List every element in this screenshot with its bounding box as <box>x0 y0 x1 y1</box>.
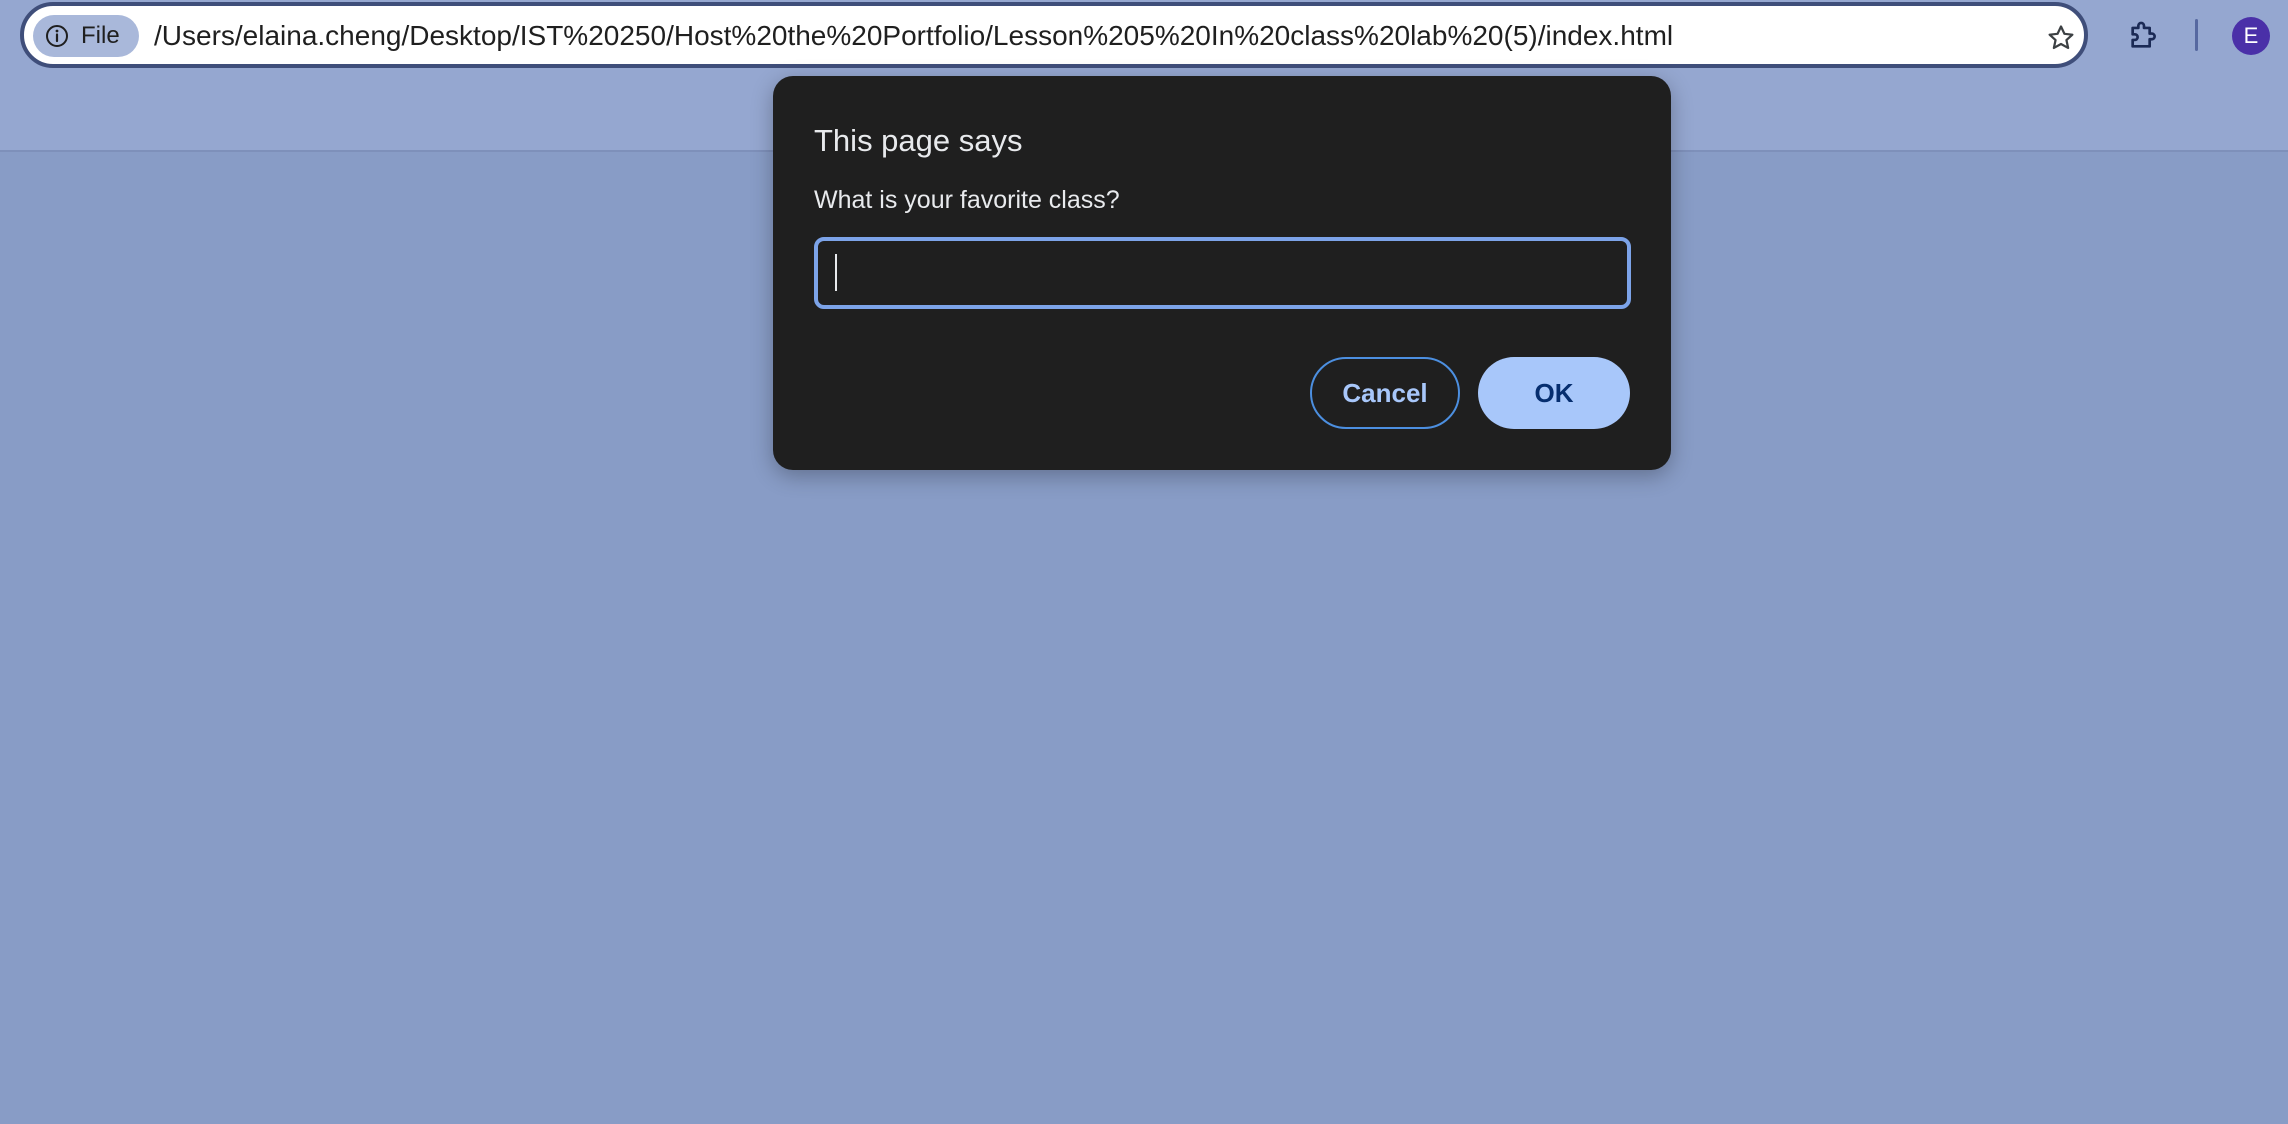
address-text[interactable]: /Users/elaina.cheng/Desktop/IST%20250/Ho… <box>154 22 1673 50</box>
profile-avatar[interactable]: E <box>2232 17 2270 55</box>
info-icon <box>46 25 68 47</box>
puzzle-icon[interactable] <box>2127 18 2161 52</box>
prompt-input[interactable] <box>814 237 1631 309</box>
dialog-message: What is your favorite class? <box>814 186 1120 214</box>
toolbar-divider <box>2195 19 2198 51</box>
cancel-button[interactable]: Cancel <box>1310 357 1460 429</box>
address-bar[interactable]: File /Users/elaina.cheng/Desktop/IST%202… <box>20 2 2088 68</box>
text-caret <box>835 254 837 291</box>
star-icon[interactable] <box>2046 23 2076 53</box>
site-info-chip[interactable]: File <box>33 15 139 57</box>
prompt-dialog: This page says What is your favorite cla… <box>773 76 1671 470</box>
site-info-label: File <box>81 22 120 49</box>
dialog-title: This page says <box>814 123 1023 158</box>
ok-button[interactable]: OK <box>1478 357 1630 429</box>
